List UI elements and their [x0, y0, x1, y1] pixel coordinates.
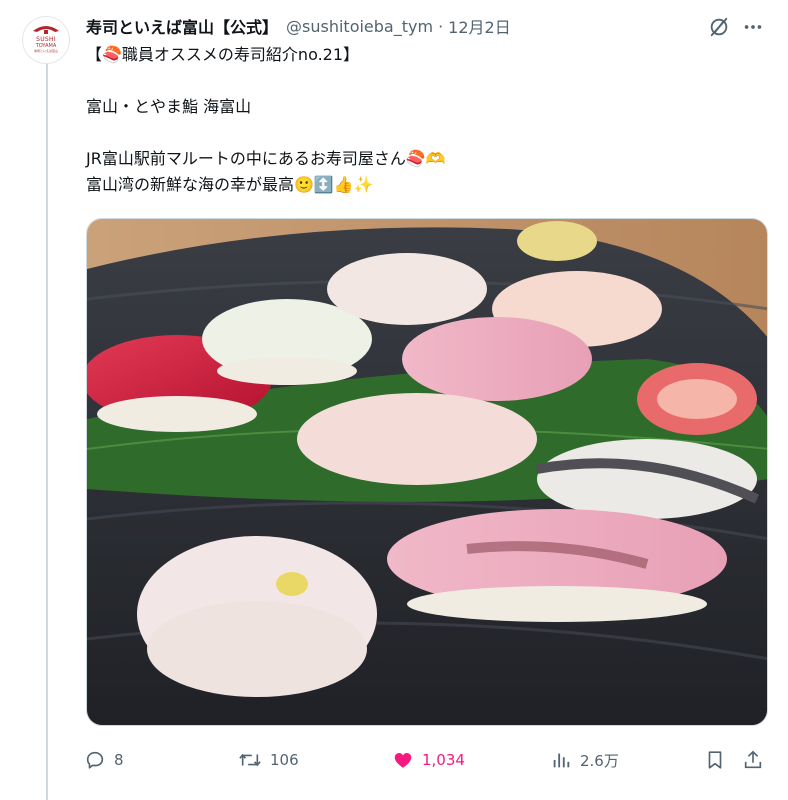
tweet-date[interactable]: 12月2日 — [448, 14, 511, 38]
thread-line — [46, 62, 48, 800]
tweet-line-spacer — [86, 68, 766, 94]
sushi-photo — [87, 219, 767, 725]
more-icon[interactable] — [740, 14, 766, 40]
share-icon — [744, 750, 762, 769]
like-count: 1,034 — [422, 751, 465, 769]
tweet-line-spacer — [86, 120, 766, 146]
avatar-brand-line3: 寿司といえば富山 — [33, 49, 58, 53]
user-handle[interactable]: @sushitoieba_tym — [286, 17, 433, 36]
logo-icon — [33, 26, 59, 34]
reply-button[interactable]: 8 — [84, 742, 124, 778]
display-name[interactable]: 寿司といえば富山【公式】 — [86, 14, 278, 38]
share-button[interactable] — [742, 742, 764, 778]
tweet-line-shop: 富山・とやま鮨 海富山 — [86, 97, 252, 116]
views-button[interactable]: 2.6万 — [550, 742, 619, 778]
tweet-header: 寿司といえば富山【公式】 @sushitoieba_tym · 12月2日 — [86, 14, 511, 38]
retweet-button[interactable]: 106 — [238, 742, 299, 778]
bookmark-icon — [708, 751, 722, 769]
avatar-brand-line1: SUSHI — [36, 36, 56, 43]
retweet-icon — [239, 753, 261, 767]
views-count: 2.6万 — [580, 751, 619, 770]
views-icon — [553, 753, 570, 768]
bookmark-button[interactable] — [704, 742, 726, 778]
reply-count: 8 — [114, 751, 124, 769]
tweet-photo[interactable] — [86, 218, 768, 726]
heart-icon — [394, 753, 412, 768]
avatar[interactable]: SUSHI TOYAMA 寿司といえば富山 — [22, 16, 70, 64]
retweet-count: 106 — [270, 751, 299, 769]
header-separator: · — [438, 16, 444, 36]
tweet-text: 【🍣職員オススメの寿司紹介no.21】 富山・とやま鮨 海富山 JR富山駅前マル… — [86, 42, 766, 198]
tweet-line-title: 【🍣職員オススメの寿司紹介no.21】 — [86, 45, 360, 64]
tweet-actions: 8 106 1,034 2.6万 — [80, 742, 770, 778]
reply-icon — [86, 751, 104, 769]
tweet-line-comment: 富山湾の新鮮な海の幸が最高🙂↕️👍✨ — [86, 175, 374, 194]
tweet-line-location: JR富山駅前マルートの中にあるお寿司屋さん🍣🫶 — [86, 149, 446, 168]
like-button[interactable]: 1,034 — [392, 742, 465, 778]
grok-icon[interactable] — [706, 14, 732, 40]
